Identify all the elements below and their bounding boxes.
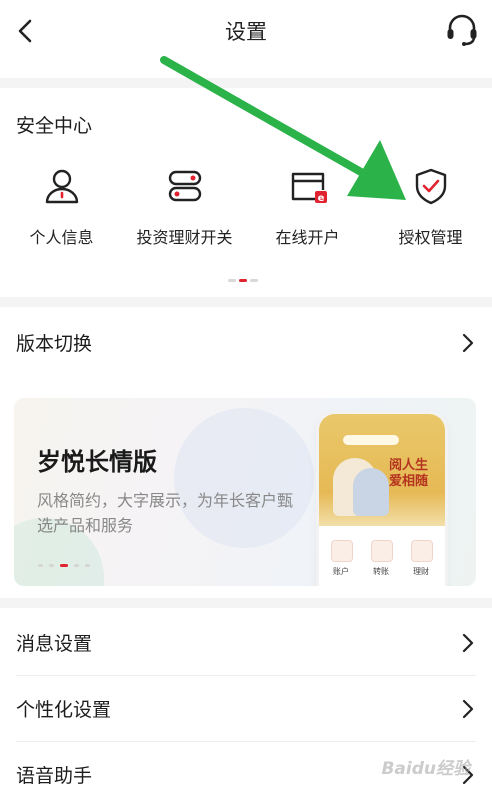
row-label: 个性化设置 bbox=[16, 699, 112, 721]
phone-icon-label: 账户 bbox=[333, 567, 349, 576]
row-label: 消息设置 bbox=[16, 633, 93, 655]
personalization-settings-row[interactable]: 个性化设置 bbox=[0, 676, 492, 742]
section-gap bbox=[0, 297, 492, 307]
grid-item-invest-switch[interactable]: 投资理财开关 bbox=[123, 160, 246, 260]
phone-preview-search bbox=[343, 435, 399, 445]
section-gap bbox=[0, 78, 492, 88]
chevron-right-icon bbox=[462, 333, 474, 353]
person-icon bbox=[45, 169, 78, 204]
top-bar: 设置 bbox=[0, 0, 492, 66]
chevron-right-icon bbox=[462, 699, 474, 719]
grid-item-label: 授权管理 bbox=[398, 228, 463, 247]
grid-item-personal-info[interactable]: 个人信息 bbox=[0, 160, 123, 260]
grid-item-label: 个人信息 bbox=[29, 228, 94, 247]
watermark: Baidu经验 bbox=[381, 759, 470, 779]
grid-item-label: 在线开户 bbox=[275, 228, 340, 247]
card-e-icon: e bbox=[291, 172, 327, 204]
shield-check-icon bbox=[415, 168, 446, 205]
phone-preview-photo bbox=[353, 468, 389, 516]
grid-item-authorization[interactable]: 授权管理 bbox=[369, 160, 492, 260]
page-dot bbox=[228, 279, 236, 282]
svg-text:e: e bbox=[317, 193, 324, 204]
transfer-icon bbox=[371, 540, 393, 562]
row-label: 语音助手 bbox=[16, 765, 93, 787]
row-label: 版本切换 bbox=[16, 333, 93, 355]
page-dot bbox=[85, 564, 90, 567]
customer-service-button[interactable] bbox=[444, 12, 480, 48]
banner-title: 岁悦长情版 bbox=[37, 448, 157, 476]
page-dot bbox=[250, 279, 258, 282]
phone-preview-image: 阅人生 爱相随 账户 转账 理财 bbox=[319, 414, 445, 586]
toggle-switch-icon bbox=[168, 170, 201, 202]
page-dot bbox=[38, 564, 43, 567]
security-center-title: 安全中心 bbox=[16, 115, 93, 137]
account-icon bbox=[331, 540, 353, 562]
message-settings-row[interactable]: 消息设置 bbox=[0, 610, 492, 676]
banner-description: 风格简约，大字展示，为年长客户甄选产品和服务 bbox=[37, 491, 294, 535]
page-dot-active bbox=[239, 279, 247, 282]
elder-version-banner[interactable]: 岁悦长情版 风格简约，大字展示，为年长客户甄选产品和服务 阅人生 爱相随 账户 … bbox=[14, 398, 476, 586]
page-title: 设置 bbox=[225, 20, 267, 44]
grid-item-label: 投资理财开关 bbox=[136, 228, 233, 247]
page-dot bbox=[49, 564, 54, 567]
version-switch-row[interactable]: 版本切换 bbox=[0, 310, 492, 376]
page-dot-active bbox=[60, 564, 68, 567]
headset-icon bbox=[447, 14, 477, 46]
phone-icon-label: 转账 bbox=[373, 567, 389, 576]
wealth-icon bbox=[411, 540, 433, 562]
phone-icon-label: 理财 bbox=[413, 567, 429, 576]
chevron-right-icon bbox=[462, 633, 474, 653]
phone-preview-slogan: 阅人生 爱相随 bbox=[389, 458, 429, 489]
page-dot bbox=[74, 564, 79, 567]
section-gap bbox=[0, 598, 492, 608]
grid-item-online-account[interactable]: e 在线开户 bbox=[246, 160, 369, 260]
